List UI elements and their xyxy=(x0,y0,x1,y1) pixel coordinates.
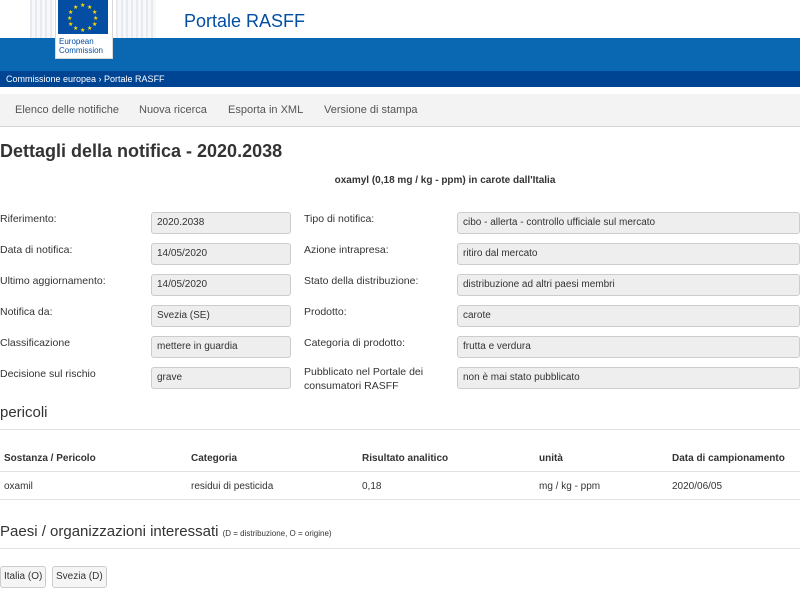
label-product-category: Categoria di prodotto: xyxy=(304,337,405,349)
field-notification-date: 14/05/2020 xyxy=(151,243,291,265)
blue-banner xyxy=(0,38,800,71)
decorative-stripe-left xyxy=(30,0,54,38)
label-classification: Classificazione xyxy=(0,337,71,349)
divider xyxy=(0,429,800,430)
field-reference: 2020.2038 xyxy=(151,212,291,234)
col-sampling-date: Data di campionamento xyxy=(672,453,785,464)
field-product-category: frutta e verdura xyxy=(457,336,800,358)
table-header-divider xyxy=(0,471,800,472)
col-category: Categoria xyxy=(191,453,238,464)
col-substance: Sostanza / Pericolo xyxy=(4,453,96,464)
divider xyxy=(0,548,800,549)
countries-note: (D = distribuzione, O = origine) xyxy=(222,529,332,538)
field-notification-type: cibo - allerta - controllo ufficiale sul… xyxy=(457,212,800,234)
logo-text-line1: European xyxy=(59,37,94,46)
breadcrumb[interactable]: Commissione europea › Portale RASFF xyxy=(0,71,800,87)
eu-flag-icon: ★ ★ ★ ★ ★ ★ ★ ★ ★ ★ ★ ★ xyxy=(58,0,108,34)
site-title[interactable]: Portale RASFF xyxy=(184,11,305,32)
col-analytical-result: Risultato analitico xyxy=(362,453,449,464)
col-unit: unità xyxy=(539,453,563,464)
field-classification: mettere in guardia xyxy=(151,336,291,358)
countries-title-text: Paesi / organizzazioni interessati xyxy=(0,523,219,540)
nav-new-search[interactable]: Nuova ricerca xyxy=(139,94,207,127)
label-reference: Riferimento: xyxy=(0,213,57,225)
cell-unit: mg / kg - ppm xyxy=(539,481,601,492)
action-navbar: Elenco delle notifiche Nuova ricerca Esp… xyxy=(0,94,800,127)
label-risk-decision: Decisione sul rischio xyxy=(0,368,96,380)
ec-logo[interactable]: ★ ★ ★ ★ ★ ★ ★ ★ ★ ★ ★ ★ European Commiss… xyxy=(55,0,113,59)
nav-notification-list[interactable]: Elenco delle notifiche xyxy=(15,94,119,127)
nav-print-version[interactable]: Versione di stampa xyxy=(324,94,418,127)
field-notified-by: Svezia (SE) xyxy=(151,305,291,327)
label-consumer-portal: Pubblicato nel Portale dei consumatori R… xyxy=(304,366,424,392)
field-risk-decision: grave xyxy=(151,367,291,389)
nav-export-xml[interactable]: Esporta in XML xyxy=(228,94,303,127)
label-action-taken: Azione intrapresa: xyxy=(304,244,389,256)
label-distribution-status: Stato della distribuzione: xyxy=(304,275,419,287)
notification-subject: oxamyl (0,18 mg / kg - ppm) in carote da… xyxy=(334,175,556,186)
top-header: Portale RASFF xyxy=(0,0,800,38)
cell-analytical-result: 0,18 xyxy=(362,481,382,492)
decorative-stripe-right xyxy=(116,0,156,38)
logo-text-line2: Commission xyxy=(59,46,104,55)
label-product: Prodotto: xyxy=(304,306,347,318)
label-notified-by: Notifica da: xyxy=(0,306,53,318)
cell-substance: oxamil xyxy=(4,481,33,492)
label-notification-type: Tipo di notifica: xyxy=(304,213,375,225)
page-title: Dettagli della notifica - 2020.2038 xyxy=(0,141,283,161)
label-last-update: Ultimo aggiornamento: xyxy=(0,275,106,287)
countries-title: Paesi / organizzazioni interessati (D = … xyxy=(0,523,332,540)
logo-text: European Commission xyxy=(59,37,103,55)
cell-sampling-date: 2020/06/05 xyxy=(672,481,723,492)
hazards-title: pericoli xyxy=(0,404,48,421)
label-notification-date: Data di notifica: xyxy=(0,244,73,256)
table-row-divider xyxy=(0,499,800,500)
cell-category: residui di pesticida xyxy=(191,481,274,492)
field-last-update: 14/05/2020 xyxy=(151,274,291,296)
field-distribution-status: distribuzione ad altri paesi membri xyxy=(457,274,800,296)
country-button-italy[interactable]: Italia (O) xyxy=(0,566,47,588)
field-action-taken: ritiro dal mercato xyxy=(457,243,800,265)
field-product: carote xyxy=(457,305,800,327)
field-consumer-portal: non è mai stato pubblicato xyxy=(457,367,800,389)
country-button-sweden[interactable]: Svezia (D) xyxy=(52,566,107,588)
